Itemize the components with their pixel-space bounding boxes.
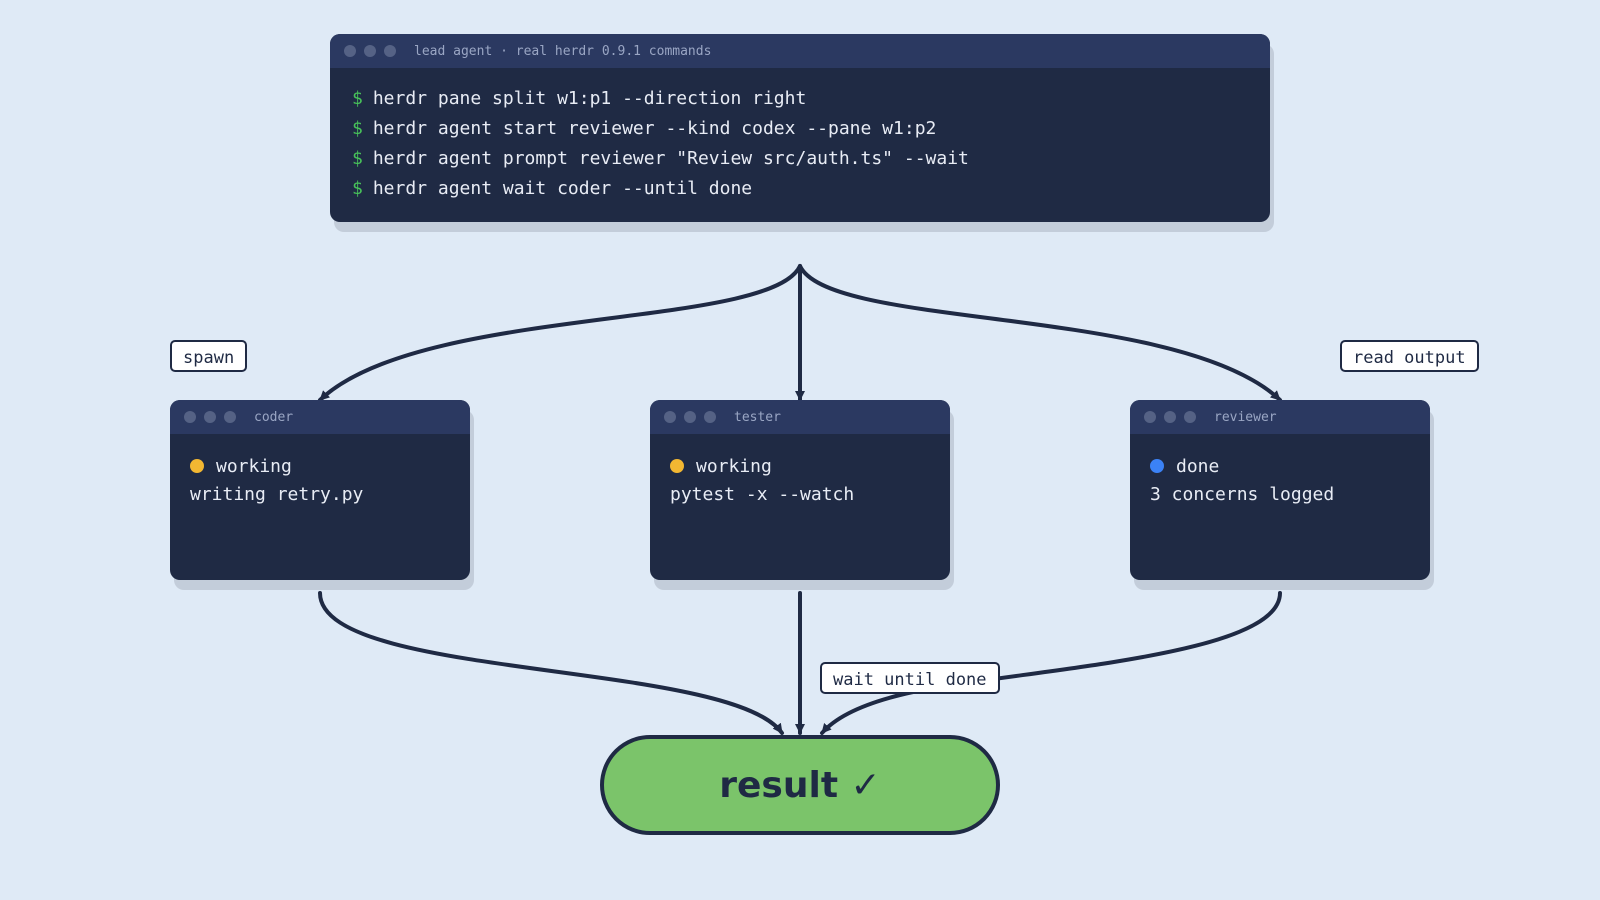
agent-titlebar: tester	[650, 400, 950, 434]
agent-detail: writing retry.py	[190, 484, 364, 505]
window-dot-icon	[184, 411, 196, 423]
arrow-coder-to-result	[318, 591, 784, 735]
agent-status: working	[670, 452, 930, 480]
window-dot-icon	[364, 45, 376, 57]
agent-title: tester	[734, 409, 781, 425]
command-line: $ herdr agent start reviewer --kind codex…	[352, 114, 1248, 144]
status-text: working	[696, 455, 772, 477]
lead-terminal-title: lead agent · real herdr 0.9.1 commands	[414, 43, 712, 59]
window-dot-icon	[1184, 411, 1196, 423]
status-dot-icon	[1150, 459, 1164, 473]
agent-status: working	[190, 452, 450, 480]
command-line: $ herdr pane split w1:p1 --direction righ…	[352, 84, 1248, 114]
window-dot-icon	[684, 411, 696, 423]
agent-titlebar: reviewer	[1130, 400, 1430, 434]
prompt-symbol: $	[352, 178, 363, 199]
prompt-symbol: $	[352, 148, 363, 169]
status-text: working	[216, 455, 292, 477]
lead-agent-terminal: lead agent · real herdr 0.9.1 commands $…	[330, 34, 1270, 222]
command-line: $ herdr agent wait coder --until done	[352, 174, 1248, 204]
result-label: result ✓	[719, 764, 881, 806]
prompt-symbol: $	[352, 118, 363, 139]
agent-terminal-coder: coder working writing retry.py	[170, 400, 470, 580]
window-dot-icon	[384, 45, 396, 57]
command-text: herdr agent prompt reviewer "Review src/…	[372, 148, 969, 169]
agent-terminal-tester: tester working pytest -x --watch	[650, 400, 950, 580]
agent-body: working pytest -x --watch	[650, 434, 950, 528]
status-dot-icon	[190, 459, 204, 473]
agent-title: coder	[254, 409, 294, 425]
command-line: $ herdr agent prompt reviewer "Review src…	[352, 144, 1248, 174]
command-text: herdr agent start reviewer --kind codex …	[372, 118, 937, 139]
wait-until-done-label: wait until done	[820, 662, 1000, 694]
agent-body: working writing retry.py	[170, 434, 470, 528]
window-dot-icon	[664, 411, 676, 423]
prompt-symbol: $	[352, 88, 363, 109]
lead-terminal-body: $ herdr pane split w1:p1 --direction righ…	[330, 68, 1270, 220]
agent-detail: pytest -x --watch	[670, 484, 855, 505]
command-text: herdr agent wait coder --until done	[372, 178, 753, 199]
lead-terminal-titlebar: lead agent · real herdr 0.9.1 commands	[330, 34, 1270, 68]
window-dot-icon	[704, 411, 716, 423]
window-dot-icon	[344, 45, 356, 57]
arrow-lead-to-coder	[318, 264, 802, 402]
window-dot-icon	[204, 411, 216, 423]
window-dot-icon	[1144, 411, 1156, 423]
window-dot-icon	[1164, 411, 1176, 423]
agent-titlebar: coder	[170, 400, 470, 434]
agent-status: done	[1150, 452, 1410, 480]
spawn-label: spawn	[170, 340, 248, 372]
read-output-label: read output	[1340, 340, 1479, 372]
result-node: result ✓	[600, 735, 1000, 835]
arrow-lead-to-reviewer	[798, 264, 1282, 402]
command-text: herdr pane split w1:p1 --direction right	[372, 88, 807, 109]
agent-detail: 3 concerns logged	[1150, 484, 1335, 505]
status-text: done	[1176, 455, 1220, 477]
agent-terminal-reviewer: reviewer done 3 concerns logged	[1130, 400, 1430, 580]
status-dot-icon	[670, 459, 684, 473]
window-dot-icon	[224, 411, 236, 423]
agent-body: done 3 concerns logged	[1130, 434, 1430, 528]
agent-title: reviewer	[1214, 409, 1277, 425]
